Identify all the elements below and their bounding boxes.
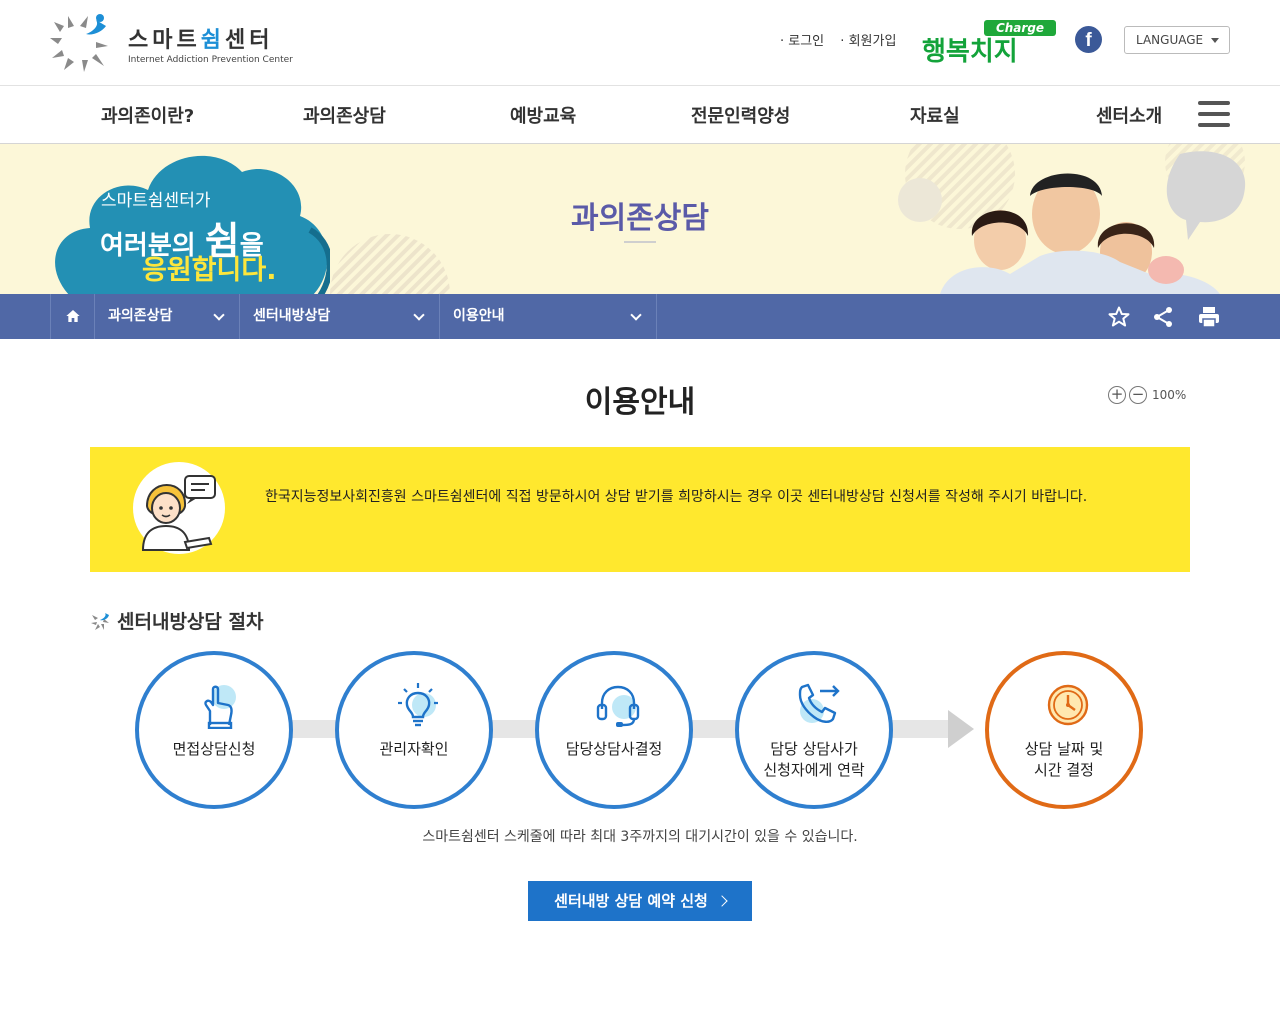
process-step-3: 담당상담사결정 — [535, 651, 693, 809]
join-link[interactable]: 회원가입 — [840, 34, 896, 49]
gnb-item-addiction[interactable]: 과의존이란? — [101, 102, 194, 128]
lightbulb-icon — [398, 683, 438, 727]
gnb-item-about[interactable]: 센터소개 — [1096, 102, 1162, 128]
clock-icon — [1047, 684, 1089, 726]
zoom-in-icon[interactable]: + — [1108, 386, 1126, 404]
zoom-level: 100% — [1152, 388, 1187, 402]
section-bullet-icon — [91, 613, 109, 630]
process-step-1: 면접상담신청 — [135, 651, 293, 809]
utility-links: 로그인 회원가입 — [780, 30, 908, 49]
menu-hamburger-icon[interactable] — [1198, 101, 1230, 127]
family-photo — [940, 151, 1246, 294]
banner-slogan-line1: 스마트쉼센터가 — [101, 191, 211, 211]
chevron-down-icon — [213, 309, 225, 321]
gnb-item-training[interactable]: 전문인력양성 — [691, 102, 790, 128]
language-select[interactable]: LANGUAGE — [1124, 26, 1230, 54]
headset-icon — [596, 685, 640, 727]
reserve-counseling-button[interactable]: 센터내방 상담 예약 신청 — [528, 881, 752, 921]
process-step-label: 면접상담신청 — [172, 740, 256, 758]
star-bookmark-icon[interactable] — [1107, 305, 1131, 329]
chevron-right-icon — [716, 895, 728, 907]
banner-slogan-line3: 응원합니다. — [142, 255, 277, 286]
banner-title-underline — [624, 241, 656, 243]
site-header: 스마트쉼센터 Internet Addiction Prevention Cen… — [0, 0, 1280, 86]
login-link[interactable]: 로그인 — [780, 34, 824, 49]
process-step-2: 관리자확인 — [335, 651, 493, 809]
phone-call-icon — [798, 683, 840, 723]
chevron-down-icon — [630, 309, 642, 321]
site-logo[interactable]: 스마트쉼센터 Internet Addiction Prevention Cen… — [48, 12, 293, 76]
gnb-item-library[interactable]: 자료실 — [910, 102, 960, 128]
home-icon[interactable] — [50, 294, 95, 339]
section-title: 센터내방상담 절차 — [90, 607, 263, 634]
charge-campaign-logo[interactable]: Charge 행복치지 — [920, 18, 1058, 68]
location-depth3-select[interactable]: 이용안내 — [440, 294, 657, 339]
notice-text: 한국지능정보사회진흥원 스마트쉼센터에 직접 방문하시어 상담 받기를 희망하시… — [265, 489, 1088, 505]
process-step-4: 담당 상담사가 신청자에게 연락 — [735, 651, 893, 809]
location-depth1-select[interactable]: 과의존상담 — [95, 294, 240, 339]
language-select-label: LANGUAGE — [1136, 33, 1204, 47]
charge-main-text: 행복치지 — [922, 37, 1018, 67]
caret-down-icon — [1211, 38, 1219, 43]
chevron-down-icon — [413, 309, 425, 321]
process-step-label: 담당상담사결정 — [565, 740, 663, 758]
gnb-item-education[interactable]: 예방교육 — [510, 102, 576, 128]
logo-subtitle: Internet Addiction Prevention Center — [128, 55, 293, 65]
print-icon[interactable] — [1197, 305, 1221, 329]
banner-title: 과의존상담 — [571, 201, 709, 236]
page-title: 이용안내 — [584, 385, 696, 420]
process-arrow-icon — [948, 710, 974, 748]
counselor-illustration-icon — [133, 462, 225, 554]
waiting-time-note: 스마트쉼센터 스케줄에 따라 최대 3주까지의 대기시간이 있을 수 있습니다. — [422, 829, 858, 845]
process-step-label: 관리자확인 — [379, 740, 449, 758]
process-step-label: 담당 상담사가 신청자에게 연락 — [763, 740, 865, 779]
main-navigation: 과의존이란? 과의존상담 예방교육 전문인력양성 자료실 센터소개 — [0, 86, 1280, 144]
hand-touch-icon — [204, 685, 236, 729]
notice-box — [90, 447, 1190, 572]
gnb-item-counseling[interactable]: 과의존상담 — [303, 102, 386, 128]
font-zoom-control: + −100% — [1108, 386, 1186, 406]
charge-tag-text: Charge — [996, 21, 1044, 35]
location-depth2-select[interactable]: 센터내방상담 — [240, 294, 440, 339]
logo-mark-icon — [50, 14, 108, 72]
process-step-5: 상담 날짜 및 시간 결정 — [985, 651, 1143, 809]
logo-title: 스마트쉼센터 — [128, 28, 274, 53]
process-step-label: 상담 날짜 및 시간 결정 — [1024, 740, 1104, 779]
facebook-icon[interactable]: f — [1075, 26, 1102, 53]
zoom-out-icon[interactable]: − — [1129, 386, 1147, 404]
share-icon[interactable] — [1151, 305, 1175, 329]
